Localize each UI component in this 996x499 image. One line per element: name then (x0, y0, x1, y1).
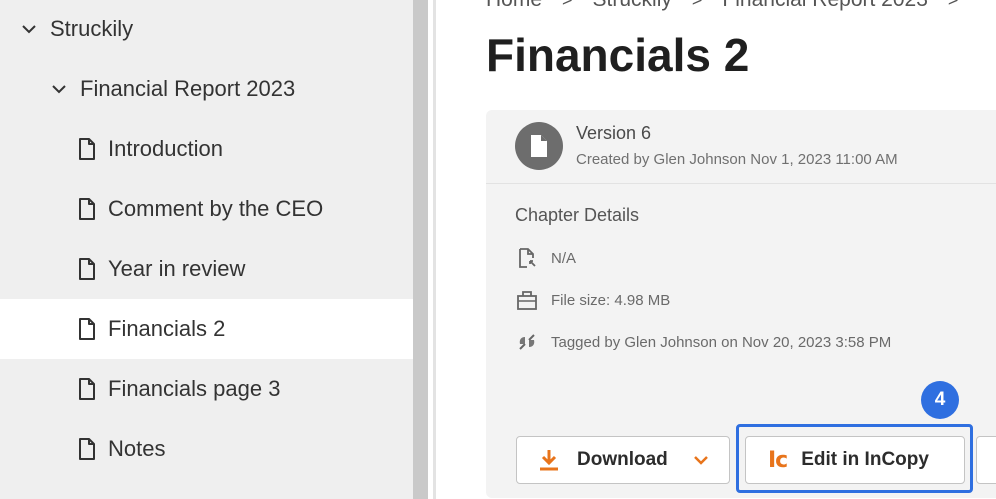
document-icon (78, 138, 96, 160)
tree-item-year-in-review[interactable]: Year in review (0, 243, 413, 295)
tree-item-notes[interactable]: Notes (0, 423, 413, 475)
tree-item-introduction[interactable]: Introduction (0, 123, 413, 175)
file-size-value: File size: 4.98 MB (551, 291, 671, 309)
layout-value: N/A (551, 249, 577, 267)
document-icon (78, 198, 96, 220)
tree-item-label: Financials 2 (108, 316, 226, 341)
step-badge: 4 (921, 381, 959, 419)
tagged-detail: Tagged by Glen Johnson on Nov 20, 2023 3… (515, 330, 891, 354)
document-icon (78, 438, 96, 460)
breadcrumb-item-financial-report-2023[interactable]: Financial Report 2023 (722, 0, 927, 12)
version-created: Created by Glen Johnson Nov 1, 2023 11:0… (576, 151, 898, 168)
breadcrumb-separator: > (948, 0, 959, 11)
chevron-down-icon[interactable] (20, 20, 38, 38)
chevron-down-icon[interactable] (50, 80, 68, 98)
breadcrumb-item-home[interactable]: Home (486, 0, 542, 12)
breadcrumb-item-struckily[interactable]: Struckily (593, 0, 672, 12)
briefcase-icon (515, 288, 539, 312)
tagged-on: on Nov 20, 2023 3:58 PM (721, 333, 892, 351)
tree-item-financials-2[interactable]: Financials 2 (0, 299, 413, 359)
download-label: Download (577, 449, 668, 470)
tree-item-label: Notes (108, 436, 166, 461)
document-icon (515, 122, 563, 170)
edit-in-incopy-label: Edit in InCopy (801, 449, 929, 470)
document-icon (78, 318, 96, 340)
layout-detail: N/A (515, 246, 576, 270)
breadcrumb: Home > Struckily > Financial Report 2023… (486, 0, 978, 12)
tagged-by: Tagged by Glen Johnson (551, 333, 717, 351)
sidebar-scrollbar[interactable] (413, 0, 428, 499)
tree-item-label: Introduction (108, 136, 223, 161)
tree-item-comment-by-the-ceo[interactable]: Comment by the CEO (0, 183, 413, 235)
page-title: Financials 2 (486, 29, 750, 81)
document-icon (78, 258, 96, 280)
tag-broken-icon (515, 330, 539, 354)
version-title: Version 6 (576, 123, 652, 143)
file-size-detail: File size: 4.98 MB (515, 288, 670, 312)
tree-item-struckily[interactable]: Struckily (0, 3, 413, 55)
more-actions-button[interactable] (976, 436, 996, 484)
version-info[interactable]: Version 6 Created by Glen Johnson Nov 1,… (486, 110, 996, 184)
edit-in-incopy-button[interactable]: Ic Edit in InCopy (745, 436, 965, 484)
chevron-down-icon[interactable] (692, 451, 710, 469)
chapter-details-title: Chapter Details (515, 205, 640, 225)
tree-item-label: Financials page 3 (108, 376, 281, 401)
document-icon (78, 378, 96, 400)
sidebar: Struckily Financial Report 2023 Introduc… (0, 0, 413, 499)
breadcrumb-separator: > (692, 0, 703, 11)
tree-item-label: Financial Report 2023 (80, 76, 296, 101)
tree-item-financial-report-2023[interactable]: Financial Report 2023 (0, 63, 413, 115)
breadcrumb-separator: > (562, 0, 573, 11)
tree-item-label: Comment by the CEO (108, 196, 324, 221)
download-button[interactable]: Download (516, 436, 730, 484)
tree-item-label: Year in review (108, 256, 246, 281)
tree-item-label: Struckily (50, 16, 134, 41)
incopy-logo-icon: Ic (768, 447, 788, 473)
layout-link-icon (515, 246, 539, 270)
tree-item-financials-page-3[interactable]: Financials page 3 (0, 363, 413, 415)
panel-divider[interactable] (433, 0, 436, 499)
download-icon (537, 448, 561, 472)
